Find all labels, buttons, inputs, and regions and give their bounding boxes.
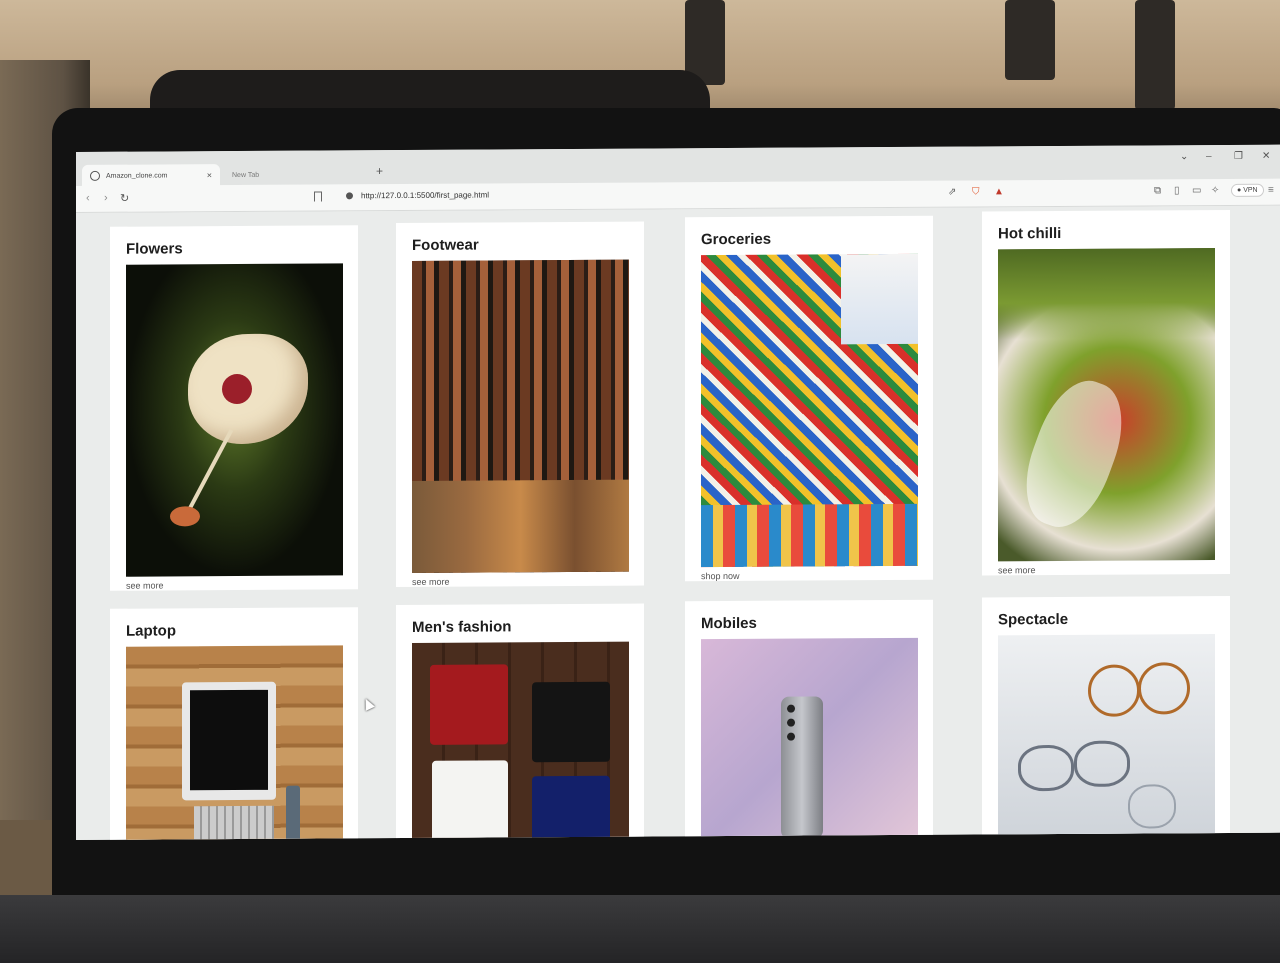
- footwear-image[interactable]: [412, 259, 629, 573]
- laptop-image[interactable]: [126, 645, 343, 841]
- flower-image[interactable]: [126, 263, 343, 577]
- vpn-label: VPN: [1243, 186, 1258, 194]
- chair-leg: [1005, 0, 1055, 80]
- spectacle-image[interactable]: [998, 634, 1215, 836]
- extensions-icon[interactable]: ⧉: [1154, 185, 1161, 196]
- restore-button[interactable]: ❐: [1234, 151, 1243, 162]
- laptop-screen: Amazon_clone.com × New Tab + ⌄ – ❐ ✕ ‹ ›…: [76, 144, 1280, 841]
- card-spectacle: Spectacle: [982, 595, 1230, 838]
- see-more-link[interactable]: see more: [412, 572, 628, 593]
- see-more-link[interactable]: see more: [998, 560, 1214, 581]
- shop-now-link[interactable]: shop now: [701, 566, 917, 587]
- sidebar-icon[interactable]: ▯: [1174, 185, 1180, 196]
- card-flowers: Flowers see more: [110, 225, 358, 591]
- card-laptop: Laptop: [110, 607, 358, 841]
- chair-leg: [1135, 0, 1175, 110]
- groceries-image[interactable]: [701, 253, 918, 568]
- page-content: Flowers see more Footwear see more Groce…: [76, 205, 1280, 841]
- card-title: Mobiles: [701, 614, 757, 633]
- laptop-keyboard-deck: [0, 895, 1280, 963]
- back-button[interactable]: ‹: [86, 192, 90, 204]
- close-window-button[interactable]: ✕: [1262, 151, 1270, 162]
- card-mobiles: Mobiles: [685, 599, 933, 841]
- card-mens-fashion: Men's fashion: [396, 603, 644, 841]
- tab-label: New Tab: [232, 171, 260, 179]
- tab-amazon-clone[interactable]: Amazon_clone.com ×: [82, 164, 220, 187]
- tab-label: Amazon_clone.com: [106, 171, 168, 180]
- card-title: Footwear: [412, 236, 479, 254]
- card-groceries: Groceries shop now: [685, 215, 933, 582]
- tab-list-dropdown-icon[interactable]: ⌄: [1180, 151, 1188, 162]
- chair-seat: [150, 70, 710, 110]
- vpn-button[interactable]: ● VPN: [1231, 183, 1264, 197]
- tab-close-icon[interactable]: ×: [207, 170, 212, 180]
- share-icon[interactable]: ⇗: [948, 187, 956, 198]
- card-title: Groceries: [701, 230, 772, 249]
- forward-button[interactable]: ›: [104, 192, 108, 204]
- see-more-link[interactable]: see more: [126, 575, 342, 596]
- card-footwear: Footwear see more: [396, 221, 644, 588]
- leo-ai-icon[interactable]: ✧: [1211, 185, 1219, 196]
- address-bar[interactable]: http://127.0.0.1:5500/first_page.html: [346, 190, 489, 200]
- site-info-icon[interactable]: [346, 192, 353, 200]
- tab-new-tab[interactable]: New Tab: [224, 163, 364, 186]
- card-title: Men's fashion: [412, 618, 512, 636]
- mouse-cursor: [361, 696, 375, 711]
- card-title: Spectacle: [998, 610, 1069, 629]
- new-tab-button[interactable]: +: [376, 164, 383, 178]
- card-hot-chilli: Hot chilli see more: [982, 209, 1230, 576]
- brave-shield-icon[interactable]: ⛉: [972, 186, 980, 197]
- card-title: Flowers: [126, 240, 183, 258]
- rewards-triangle-icon[interactable]: ▲: [994, 186, 1004, 197]
- card-title: Laptop: [126, 622, 176, 640]
- url-text: http://127.0.0.1:5500/first_page.html: [361, 190, 490, 201]
- globe-icon: [90, 170, 100, 181]
- card-title: Hot chilli: [998, 224, 1062, 243]
- menu-icon[interactable]: ≡: [1268, 185, 1274, 196]
- mobiles-image[interactable]: [701, 637, 918, 840]
- bookmark-icon[interactable]: [314, 191, 322, 202]
- chilli-image[interactable]: [998, 248, 1215, 562]
- minimize-button[interactable]: –: [1206, 151, 1212, 162]
- mens-fashion-image[interactable]: [412, 641, 629, 841]
- reload-button[interactable]: ↻: [120, 192, 129, 205]
- wallet-icon[interactable]: ▭: [1192, 185, 1201, 196]
